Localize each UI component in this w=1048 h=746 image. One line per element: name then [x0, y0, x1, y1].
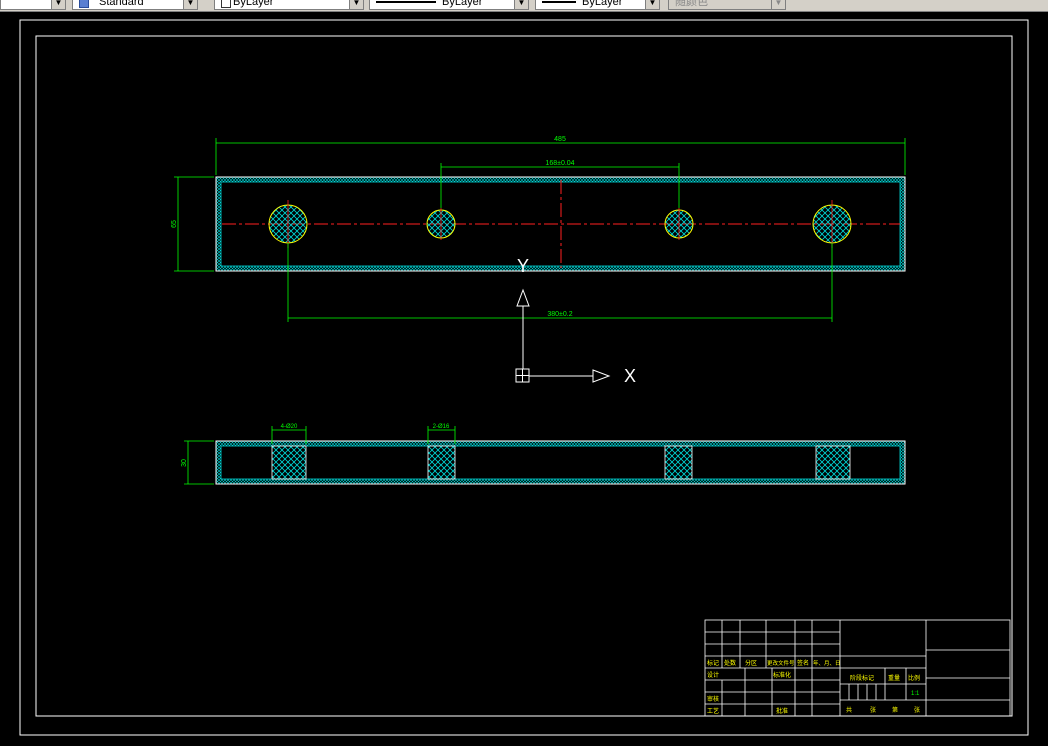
dim-height: [174, 176, 214, 272]
layer-combo[interactable]: ByLayer ▼: [214, 0, 364, 10]
label-review: 审核: [707, 695, 719, 703]
plot-style-combo[interactable]: 随颜色 ▼: [668, 0, 786, 10]
rev-header-mark: 标记: [707, 659, 719, 667]
properties-toolbar: ▼ Standard ▼ ByLayer ▼ ByLayer ▼ ByLayer…: [0, 0, 1048, 12]
dim-thickness-text: 30: [181, 459, 188, 467]
lineweight-value: ByLayer: [582, 0, 623, 8]
title-block-text: 标记 处数 分区 更改文件号 签名 年、月、日 设计 标准化 审核 工艺 批准 …: [707, 659, 920, 715]
dim-overall-length: [215, 138, 906, 175]
label-weight: 重量: [888, 674, 900, 682]
dim-height-text: 65: [171, 220, 178, 228]
dim-style-value: Standard: [99, 0, 144, 8]
rev-header-date: 年、月、日: [813, 659, 841, 667]
chevron-down-icon[interactable]: ▼: [349, 0, 363, 9]
dim-small-hole-text: 2-Ø16: [433, 424, 450, 430]
label-standardize: 标准化: [773, 671, 791, 679]
chevron-down-icon[interactable]: ▼: [645, 0, 659, 9]
ucs-icon: [515, 288, 611, 383]
label-scale: 比例: [908, 674, 920, 682]
chevron-down-icon[interactable]: ▼: [51, 0, 65, 9]
dim-overall-length-text: 485: [554, 136, 566, 143]
section-hole-large-1: [271, 445, 307, 480]
label-sheets-unit: 张: [870, 706, 876, 714]
color-swatch-icon: [221, 0, 231, 8]
front-view: 4-Ø20 2-Ø16 30: [181, 424, 906, 485]
drawing-canvas[interactable]: 485 168±0.04 380±0.2 65 X Y 4-Ø20 2-Ø16 …: [0, 12, 1048, 741]
rev-header-sign: 签名: [797, 659, 809, 667]
label-sheets-total: 共: [846, 706, 852, 714]
rev-header-zone: 分区: [745, 659, 757, 667]
rev-header-doc: 更改文件号: [767, 659, 795, 667]
chevron-down-icon[interactable]: ▼: [771, 0, 785, 9]
chevron-down-icon[interactable]: ▼: [183, 0, 197, 9]
title-block-grid: [704, 619, 1011, 717]
section-hole-large-2: [815, 445, 851, 480]
section-inner: [220, 445, 901, 480]
linetype-value: ByLayer: [442, 0, 483, 8]
scale-value: 1:1: [911, 691, 920, 697]
label-sheet-unit: 张: [914, 706, 920, 714]
lineweight-preview-icon: [542, 1, 576, 3]
label-stage-mark: 阶段标记: [850, 674, 874, 682]
label-approve: 批准: [776, 707, 788, 715]
layer-value: ByLayer: [233, 0, 274, 8]
linetype-combo[interactable]: ByLayer ▼: [369, 0, 529, 10]
lineweight-combo[interactable]: ByLayer ▼: [535, 0, 660, 10]
section-hole-small-1: [427, 445, 456, 480]
prev-combo[interactable]: ▼: [0, 0, 66, 10]
dim-center-spacing-text: 168±0.04: [545, 160, 574, 167]
ucs-y-label: Y: [517, 256, 529, 276]
top-view: 485 168±0.04 380±0.2 65: [171, 136, 906, 322]
drawing-svg: 485 168±0.04 380±0.2 65 X Y 4-Ø20 2-Ø16 …: [19, 19, 1029, 736]
section-hole-small-2: [664, 445, 693, 480]
linetype-preview-icon: [376, 1, 436, 3]
ucs-x-label: X: [624, 366, 636, 386]
rev-header-count: 处数: [724, 659, 736, 667]
label-design: 设计: [707, 671, 719, 679]
label-sheet-num: 第: [892, 706, 898, 714]
dim-thickness: [184, 440, 214, 485]
label-process: 工艺: [707, 707, 719, 715]
dim-style-icon: [79, 0, 89, 8]
dim-outer-spacing-text: 380±0.2: [547, 311, 572, 318]
dim-large-hole-text: 4-Ø20: [281, 424, 298, 430]
plot-style-value: 随颜色: [675, 0, 708, 8]
chevron-down-icon[interactable]: ▼: [514, 0, 528, 9]
dim-style-combo[interactable]: Standard ▼: [72, 0, 198, 10]
